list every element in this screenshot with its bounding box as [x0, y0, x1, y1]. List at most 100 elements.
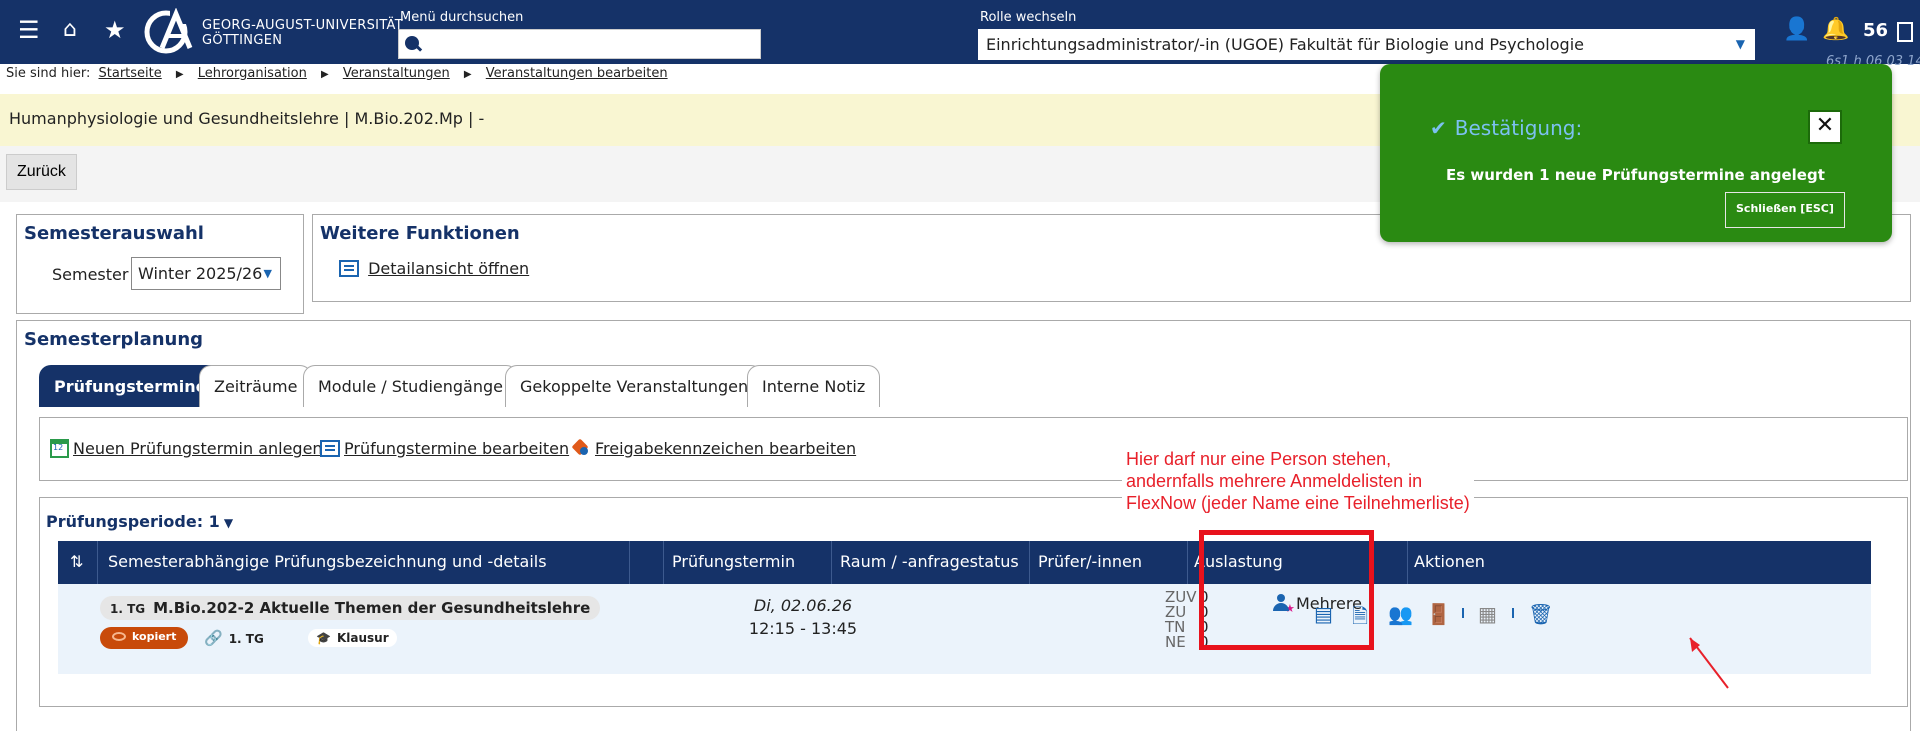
calendar-icon[interactable]: ▦ — [1478, 602, 1497, 626]
toast-close-button[interactable]: ✕ — [1808, 110, 1842, 144]
list-edit-icon — [320, 440, 340, 457]
semester-select[interactable]: Winter 2025/26 ▼ — [131, 257, 281, 290]
annotation-highlight-box — [1199, 530, 1374, 650]
separator — [1512, 608, 1514, 618]
toast-dismiss-button[interactable]: Schließen [ESC] — [1725, 192, 1845, 228]
semester-planning-title: Semesterplanung — [24, 329, 204, 350]
edit-exam-dates-label: Prüfungstermine bearbeiten — [344, 439, 570, 458]
room-icon[interactable]: 🚪 — [1426, 602, 1451, 626]
further-functions-title: Weitere Funktionen — [320, 223, 520, 244]
search-icon — [405, 36, 419, 50]
status-badge: kopiert — [100, 627, 189, 649]
toast-message: Es wurden 1 neue Prüfungstermine angeleg… — [1446, 166, 1825, 184]
page-title: Humanphysiologie und Gesundheitslehre | … — [9, 109, 485, 128]
top-navigation-bar: ☰ ⌂ ★ GEORG-AUGUST-UNIVERSITÄT GÖTTINGEN… — [0, 0, 1920, 64]
delete-icon[interactable]: 🗑 — [1528, 602, 1553, 626]
semester-selection-title: Semesterauswahl — [24, 223, 204, 244]
separator — [1462, 608, 1464, 618]
exam-type: 🎓 Klausur — [308, 629, 397, 647]
column-header-blank — [630, 541, 664, 584]
role-select[interactable]: Einrichtungsadministrator/-in (UGOE) Fak… — [978, 29, 1755, 60]
detail-view-label: Detailansicht öffnen — [368, 259, 530, 278]
chevron-right-icon: ▶ — [320, 69, 329, 80]
university-logo[interactable] — [140, 8, 200, 56]
chevron-down-icon: ▼ — [263, 267, 272, 280]
chevron-down-icon: ▼ — [223, 516, 234, 530]
exam-tg-label: 1. TG — [110, 602, 146, 616]
breadcrumb-prefix: Sie sind hier: — [6, 66, 91, 81]
exam-period-label: Prüfungsperiode: 1 — [46, 512, 220, 531]
tab-gekoppelte-veranstaltungen[interactable]: Gekoppelte Veranstaltungen — [505, 365, 764, 407]
checkmark-icon: ✔ — [1430, 116, 1447, 140]
edit-release-flags-link[interactable]: Freigabekennzeichen bearbeiten — [571, 439, 856, 458]
column-header-room[interactable]: Raum / -anfragestatus — [832, 541, 1030, 584]
column-header-examiners[interactable]: Prüfer/-innen — [1030, 541, 1188, 584]
university-name: GEORG-AUGUST-UNIVERSITÄT GÖTTINGEN — [202, 18, 403, 48]
university-name-line2: GÖTTINGEN — [202, 33, 283, 48]
role-select-value: Einrichtungsadministrator/-in (UGOE) Fak… — [986, 35, 1584, 54]
column-header-exam-name[interactable]: Semesterabhängige Prüfungsbezeichnung un… — [98, 541, 630, 584]
new-exam-date-label: Neuen Prüfungstermin anlegen — [73, 439, 323, 458]
examiner-icon[interactable]: 👥 — [1388, 602, 1413, 626]
exam-time: 12:15 - 13:45 — [748, 619, 858, 638]
breadcrumb-item-veranstaltungen-bearbeiten[interactable]: Veranstaltungen bearbeiten — [486, 66, 668, 81]
annotation-note: Hier darf nur eine Person stehen, andern… — [1122, 448, 1474, 514]
menu-search-input[interactable] — [398, 29, 761, 59]
chevron-right-icon: ▶ — [463, 69, 472, 80]
university-name-line1: GEORG-AUGUST-UNIVERSITÄT — [202, 18, 403, 33]
release-tag-icon — [571, 441, 591, 457]
exam-type-label: Klausur — [336, 631, 389, 645]
back-button[interactable]: Zurück — [6, 154, 77, 190]
graduation-cap-icon: 🎓 — [316, 631, 331, 645]
semester-planning-panel: Semesterplanung Prüfungstermine Zeiträum… — [16, 320, 1911, 731]
user-icon[interactable]: 👤 — [1783, 18, 1810, 42]
table-header: ⇅ Semesterabhängige Prüfungsbezeichnung … — [58, 541, 1871, 584]
link-icon: 🔗 — [204, 629, 223, 647]
tab-interne-notiz[interactable]: Interne Notiz — [747, 365, 881, 407]
detail-view-link[interactable]: Detailansicht öffnen — [339, 259, 529, 278]
confirmation-toast: ✔ Bestätigung: ✕ Es wurden 1 neue Prüfung… — [1380, 64, 1892, 242]
breadcrumb-item-veranstaltungen[interactable]: Veranstaltungen — [343, 66, 450, 81]
sort-icon[interactable]: ⇅ — [58, 541, 98, 584]
status-badge-label: kopiert — [132, 630, 177, 643]
table-row: 1. TG M.Bio.202-2 Aktuelle Themen der Ges… — [58, 584, 1871, 674]
tab-pruefungstermine[interactable]: Prüfungstermine — [39, 365, 222, 407]
exam-date: Di, 02.06.26 — [753, 596, 853, 615]
tab-zeitraeume[interactable]: Zeiträume — [199, 365, 313, 407]
exam-period-panel: Prüfungsperiode: 1 ▼ ⇅ Semesterabhängige … — [39, 497, 1908, 707]
breadcrumb-item-startseite[interactable]: Startseite — [99, 66, 162, 81]
exam-title-pill: 1. TG M.Bio.202-2 Aktuelle Themen der Ges… — [100, 596, 601, 620]
role-switch-label: Rolle wechseln — [980, 10, 1077, 25]
exam-period-toggle[interactable]: Prüfungsperiode: 1 ▼ — [46, 512, 233, 531]
bell-icon[interactable]: 🔔 — [1822, 18, 1849, 42]
semester-select-value: Winter 2025/26 — [138, 264, 263, 283]
tab-module-studiengaenge[interactable]: Module / Studiengänge — [303, 365, 518, 407]
star-icon[interactable]: ★ — [104, 18, 126, 42]
toast-title: ✔ Bestätigung: — [1430, 116, 1582, 140]
semester-selection-panel: Semesterauswahl Semester Winter 2025/26 … — [16, 214, 304, 314]
eye-icon — [112, 632, 126, 641]
semester-label: Semester — [52, 265, 129, 284]
exam-name: M.Bio.202-2 Aktuelle Themen der Gesundhe… — [153, 599, 591, 617]
menu-search-label: Menü durchsuchen — [400, 10, 524, 25]
annotation-arrow — [1689, 637, 1729, 689]
edit-exam-dates-link[interactable]: Prüfungstermine bearbeiten — [320, 439, 569, 458]
breadcrumb: Sie sind hier: Startseite ▶ Lehrorganisa… — [6, 66, 672, 81]
column-header-actions: Aktionen — [1414, 552, 1485, 571]
toast-title-label: Bestätigung: — [1454, 116, 1583, 140]
column-header-date[interactable]: Prüfungstermin — [664, 541, 832, 584]
menu-icon[interactable]: ☰ — [18, 18, 40, 42]
tg-link-label: 1. TG — [228, 632, 264, 646]
new-exam-date-link[interactable]: Neuen Prüfungstermin anlegen — [50, 439, 323, 458]
chevron-right-icon: ▶ — [175, 69, 184, 80]
detail-view-icon — [339, 260, 359, 277]
home-icon[interactable]: ⌂ — [63, 18, 77, 42]
notification-count[interactable]: 56 — [1863, 20, 1888, 41]
calendar-add-icon — [50, 439, 69, 458]
edit-release-flags-label: Freigabekennzeichen bearbeiten — [595, 439, 857, 458]
exam-actions-panel: Neuen Prüfungstermin anlegen Prüfungster… — [39, 417, 1908, 481]
capacity-key: NE — [1165, 633, 1186, 651]
tg-link[interactable]: 🔗 1. TG — [204, 629, 264, 647]
breadcrumb-item-lehrorganisation[interactable]: Lehrorganisation — [198, 66, 307, 81]
more-icon[interactable] — [1897, 22, 1913, 42]
